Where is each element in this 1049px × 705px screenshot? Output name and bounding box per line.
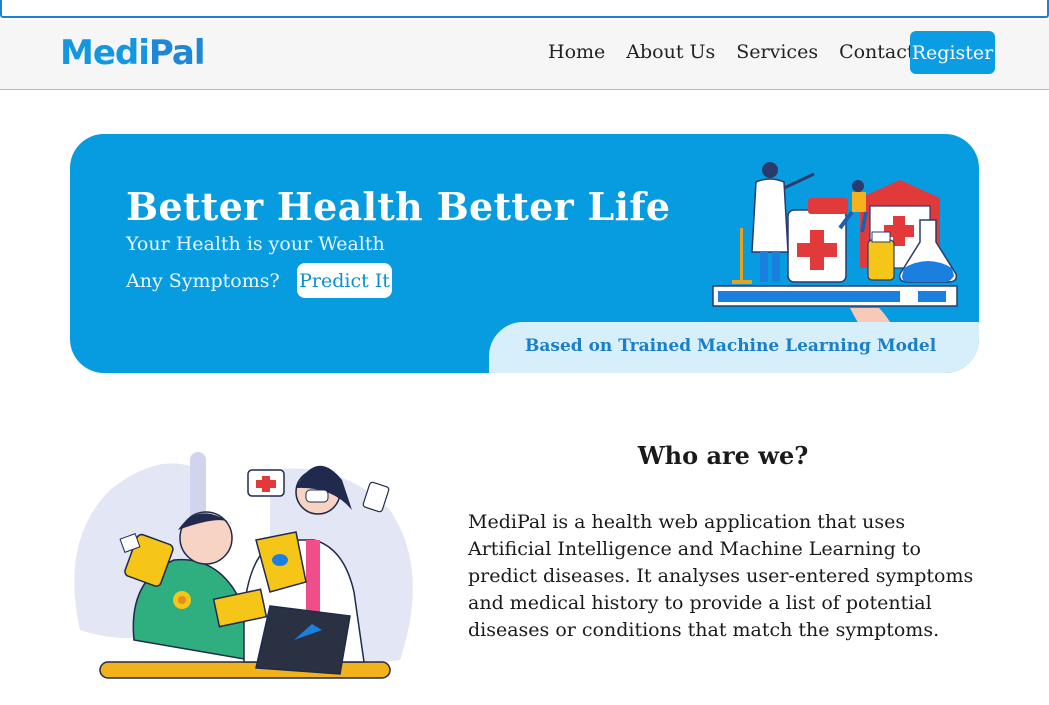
nav-contact-link[interactable]: Contact [839,41,914,63]
hero-banner: Better Health Better Life Your Health is… [70,134,979,373]
doctor-patient-illustration [74,452,413,679]
ml-model-strip-text: Based on Trained Machine Learning Model [525,336,937,356]
about-title: Who are we? [637,441,809,470]
about-description: MediPal is a health web application that… [468,511,974,641]
hero-title: Better Health Better Life [126,184,671,229]
medipal-logo[interactable]: MediPal [60,33,205,73]
register-button[interactable]: Register [910,31,995,74]
predict-it-button[interactable]: Predict It [297,263,392,298]
hero-subtitle: Your Health is your Wealth [126,233,385,255]
top-border [0,0,1049,18]
hero-cta-text: Any Symptoms? [126,270,280,292]
logo-text-medi: Medi [60,33,150,73]
ml-model-strip: Based on Trained Machine Learning Model [489,322,979,373]
navbar: MediPal Home About Us Services Contact R… [0,20,1049,90]
nav-links: Home About Us Services Contact [548,41,936,63]
logo-text-pal: Pal [148,33,206,73]
nav-services-link[interactable]: Services [736,41,818,63]
nav-about-link[interactable]: About Us [626,41,715,63]
nav-home-link[interactable]: Home [548,41,605,63]
